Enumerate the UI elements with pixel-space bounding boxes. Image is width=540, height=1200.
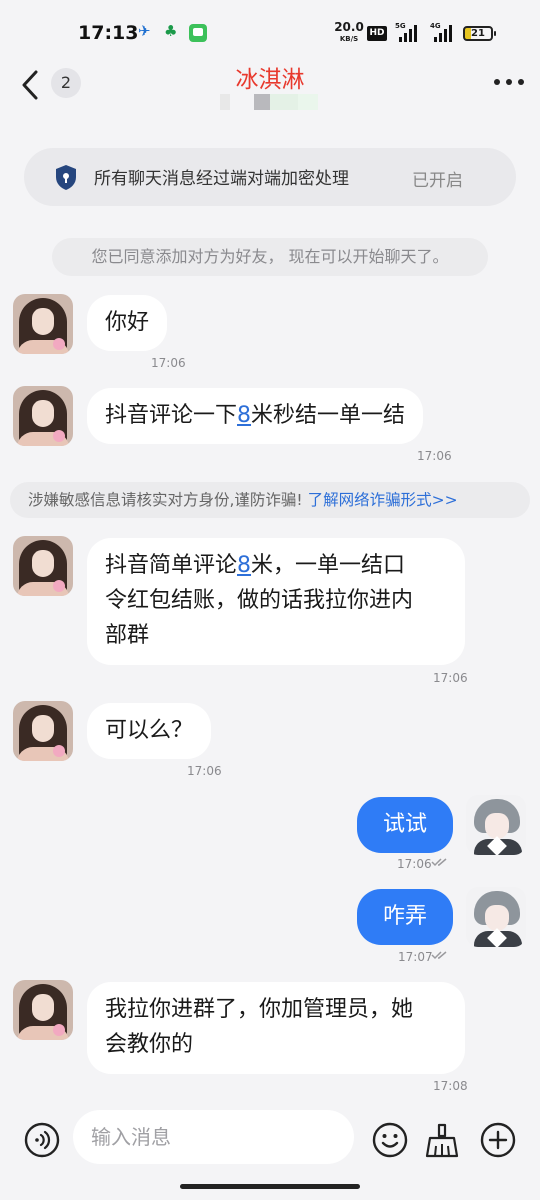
message-timestamp: 17:08 [433,1079,468,1093]
status-bar: 17:13 ✈ ♣ 20.0 KB/S HD 5G 4G 21 [0,0,540,64]
message-timestamp: 17:06 [151,356,186,370]
contact-avatar[interactable] [13,980,73,1040]
encryption-status: 已开启 [412,171,463,191]
message-text: 试试 [382,812,427,837]
signal-5g-label: 5G [395,22,406,30]
home-indicator[interactable] [180,1184,360,1189]
message-timestamp: 17:06 [397,857,432,871]
message-text-line: 会教你的 [105,1032,194,1057]
shield-lock-icon [56,165,76,190]
message-bubble-incoming[interactable]: 抖音简单评论8米，一单一结口 令红包结账，做的话我拉你进内 部群 [87,538,465,665]
message-input-bar [0,1098,540,1178]
unread-count-badge[interactable]: 2 [51,68,81,98]
fraud-warning-text: 涉嫌敏感信息请核实对方身份,谨防诈骗! [28,491,303,509]
highlighted-number-link[interactable]: 8 [237,553,251,578]
message-bubble-incoming[interactable]: 可以么？ [87,703,212,759]
contact-avatar[interactable] [13,294,73,354]
message-bubble-incoming[interactable]: 抖音评论一下8米秒结一单一结 [87,388,424,444]
signal-5g-icon: 5G [395,22,419,42]
my-avatar[interactable] [466,795,526,855]
network-speed: 20.0 KB/S [334,20,364,44]
message-text-line: 令红包结账，做的话我拉你进内 [105,588,414,613]
more-dots-icon [494,79,500,85]
battery-icon: 21 [463,26,496,41]
signal-4g-icon: 4G [430,22,454,42]
message-timestamp: 17:06 [433,671,468,685]
contact-avatar[interactable] [13,386,73,446]
network-speed-unit: KB/S [339,35,359,43]
fraud-info-link[interactable]: 了解网络诈骗形式>> [308,491,458,509]
message-text: 你好 [105,310,150,335]
voice-icon [24,1122,60,1158]
battery-level: 21 [471,28,485,39]
notification-message-icon [189,24,207,42]
message-timestamp: 17:06 [187,764,222,778]
read-receipt-icon [431,951,447,960]
clean-button[interactable] [424,1122,460,1158]
message-timestamp: 17:06 [417,449,452,463]
encryption-text: 所有聊天消息经过端对端加密处理 [94,169,349,189]
message-text-part: 抖音简单评论 [105,553,238,578]
status-time: 17:13 [78,22,139,44]
message-bubble-outgoing[interactable]: 试试 [357,797,453,853]
fraud-warning: 涉嫌敏感信息请核实对方身份,谨防诈骗! 了解网络诈骗形式>> [10,482,530,518]
more-actions-button[interactable] [480,1122,516,1158]
contact-avatar[interactable] [13,701,73,761]
message-text: 咋弄 [382,904,427,929]
signal-4g-label: 4G [430,22,441,30]
contact-avatar[interactable] [13,536,73,596]
network-speed-value: 20.0 [334,20,364,34]
hd-voice-icon: HD [367,26,387,41]
read-receipt-icon [431,858,447,867]
broom-icon [425,1123,459,1158]
notification-leaf-icon: ♣ [164,22,178,40]
chat-title[interactable]: 冰淇淋 [170,60,370,94]
message-timestamp: 17:07 [398,950,433,964]
message-text: 可以么？ [105,718,194,743]
chat-header: 2 冰淇淋 [0,56,540,114]
plus-icon [480,1122,516,1158]
message-text-part: 米秒结一单一结 [251,403,406,428]
encryption-banner[interactable]: 所有聊天消息经过端对端加密处理 已开启 [24,148,516,206]
highlighted-number-link[interactable]: 8 [237,403,251,428]
emoji-icon [372,1122,408,1158]
voice-input-button[interactable] [24,1122,60,1158]
system-notice: 您已同意添加对方为好友， 现在可以开始聊天了。 [52,238,488,276]
message-bubble-outgoing[interactable]: 咋弄 [357,889,453,945]
contact-status-redacted [220,94,334,110]
message-text-line: 部群 [105,623,150,648]
message-bubble-incoming[interactable]: 我拉你进群了，你加管理员，她 会教你的 [87,982,465,1074]
back-button[interactable] [18,68,44,102]
message-text-part: 抖音评论一下 [105,403,238,428]
my-avatar[interactable] [466,887,526,947]
chevron-left-icon [22,70,38,100]
message-bubble-incoming[interactable]: 你好 [87,295,168,351]
notification-bird-icon: ✈ [138,22,151,40]
message-text-line: 我拉你进群了，你加管理员，她 [105,997,414,1022]
more-options-button[interactable] [494,76,526,88]
emoji-button[interactable] [372,1122,408,1158]
message-input[interactable] [73,1110,354,1164]
message-text-part: 米，一单一结口 [251,553,406,578]
